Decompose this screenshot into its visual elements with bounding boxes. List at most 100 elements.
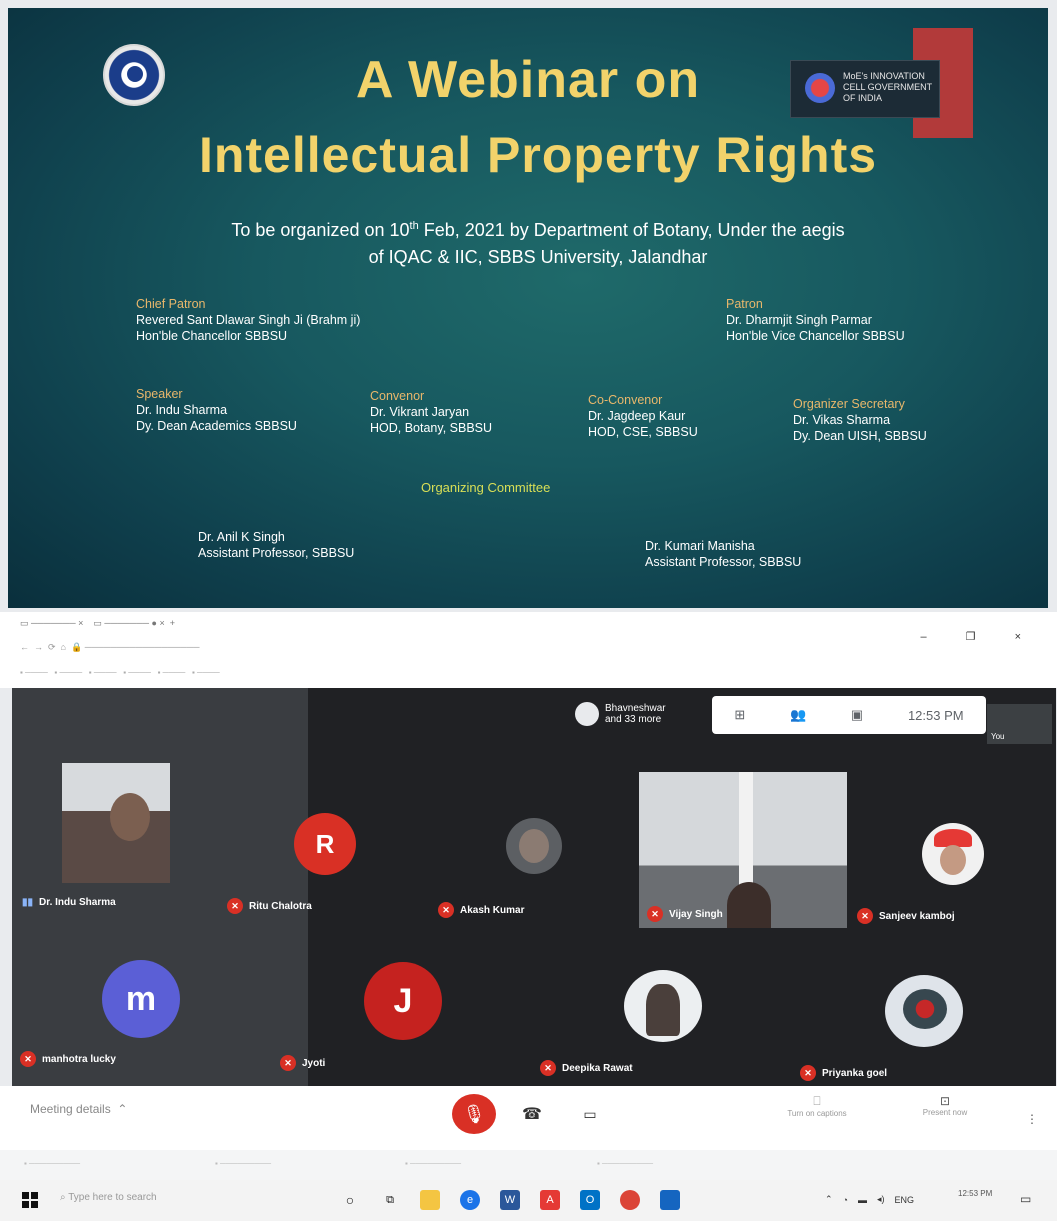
mic-toggle-button[interactable]: 🎙︎ bbox=[452, 1094, 496, 1134]
chevron-up-icon[interactable]: ⌃ bbox=[825, 1194, 833, 1205]
participants-icon[interactable]: 👥 bbox=[790, 707, 806, 723]
phone-hangup-icon: ☎ bbox=[522, 1106, 542, 1123]
word-icon[interactable]: W bbox=[500, 1190, 520, 1210]
meeting-details-label: Meeting details bbox=[30, 1102, 111, 1116]
self-view-tile[interactable]: You bbox=[987, 704, 1052, 744]
speaker-role: Dy. Dean Academics SBBSU bbox=[136, 419, 297, 433]
participant-name-deepika: ✕ Deepika Rawat bbox=[540, 1060, 633, 1076]
participant-name-sanjeev: ✕ Sanjeev kamboj bbox=[857, 908, 955, 924]
grid-view-icon[interactable]: ⊞ bbox=[734, 707, 745, 723]
cortana-icon[interactable]: ○ bbox=[340, 1190, 360, 1210]
participant-label: Jyoti bbox=[302, 1057, 326, 1069]
slide-subtitle: To be organized on 10th Feb, 2021 by Dep… bbox=[148, 213, 928, 271]
webinar-slide: MoE's INNOVATION CELL GOVERNMENT OF INDI… bbox=[8, 8, 1048, 608]
present-now-button[interactable]: ⊡ Present now bbox=[910, 1094, 980, 1117]
participant-avatar-lucky: m bbox=[102, 960, 180, 1038]
meeting-details-button[interactable]: Meeting details ⌃ bbox=[30, 1102, 127, 1116]
captions-label: Turn on captions bbox=[787, 1109, 847, 1118]
mic-off-icon: ✕ bbox=[647, 906, 663, 922]
committee-member-1-role: Assistant Professor, SBBSU bbox=[198, 546, 355, 560]
committee-member-2-name: Dr. Kumari Manisha bbox=[645, 539, 755, 553]
participant-label: Deepika Rawat bbox=[562, 1062, 633, 1074]
avatar-initial: J bbox=[393, 981, 413, 1020]
person-head bbox=[727, 882, 771, 928]
windows-start-icon[interactable] bbox=[22, 1192, 38, 1208]
more-options-icon[interactable]: ⋮ bbox=[1026, 1112, 1038, 1126]
battery-icon[interactable]: ▬ bbox=[858, 1195, 867, 1205]
download-item-3[interactable]: ▪ ───────── bbox=[405, 1159, 461, 1168]
chrome-icon[interactable] bbox=[620, 1190, 640, 1210]
windows-taskbar: ⌕ Type here to search ○ ⧉ e W A O ⌃ ◔ ▬ … bbox=[0, 1180, 1057, 1221]
screen: MoE's INNOVATION CELL GOVERNMENT OF INDI… bbox=[0, 0, 1057, 1221]
participant-avatar-akash[interactable] bbox=[506, 818, 562, 874]
system-tray: ⌃ ◔ ▬ ◂) ENG bbox=[825, 1194, 914, 1205]
window-controls[interactable]: – ❐ × bbox=[920, 630, 1039, 643]
download-item-1[interactable]: ▪ ───────── bbox=[24, 1159, 80, 1168]
edge-icon[interactable]: e bbox=[460, 1190, 480, 1210]
chat-icon[interactable]: ▣ bbox=[851, 707, 863, 723]
participant-avatar-deepika bbox=[624, 970, 702, 1042]
meet-top-toolbar: ⊞ 👥 ▣ 12:53 PM bbox=[712, 696, 986, 734]
browser-chrome: ▭ ─────── × ▭ ─────── ● × + – ❐ × ← → ⟳ … bbox=[0, 612, 1057, 688]
taskbar-search[interactable]: ⌕ Type here to search bbox=[60, 1192, 157, 1203]
mic-off-icon: ✕ bbox=[280, 1055, 296, 1071]
committee-member-1-name: Dr. Anil K Singh bbox=[198, 530, 285, 544]
bookmarks-bar[interactable]: ▪ ──── ▪ ──── ▪ ──── ▪ ──── ▪ ──── ▪ ───… bbox=[20, 668, 220, 677]
co-convenor-block: Co-Convenor Dr. Jagdeep Kaur HOD, CSE, S… bbox=[588, 392, 698, 440]
notification-icon[interactable]: ▭ bbox=[1020, 1192, 1031, 1206]
convenor-title: Convenor bbox=[370, 389, 425, 403]
organizer-secretary-block: Organizer Secretary Dr. Vikas Sharma Dy.… bbox=[793, 396, 927, 444]
patron-block: Patron Dr. Dharmjit Singh Parmar Hon'ble… bbox=[726, 296, 905, 344]
download-item-2[interactable]: ▪ ───────── bbox=[215, 1159, 271, 1168]
committee-member-2: Dr. Kumari Manisha Assistant Professor, … bbox=[645, 538, 801, 570]
convenor-role: HOD, Botany, SBBSU bbox=[370, 421, 493, 435]
participant-label: Priyanka goel bbox=[822, 1067, 888, 1079]
person-photo bbox=[646, 984, 680, 1036]
speaker-title: Speaker bbox=[136, 387, 183, 401]
slide-title-line2: Intellectual Property Rights bbox=[198, 127, 878, 183]
camera-toggle-button[interactable]: ▭ bbox=[578, 1104, 602, 1124]
participant-video-indu-sharma[interactable] bbox=[62, 763, 170, 883]
volume-icon[interactable]: ◂) bbox=[877, 1194, 885, 1205]
self-label: You bbox=[991, 732, 1005, 741]
file-explorer-icon[interactable] bbox=[420, 1190, 440, 1210]
clock-time: 12:53 PM bbox=[958, 1189, 993, 1198]
network-icon[interactable]: ◔ bbox=[843, 1195, 848, 1205]
person-face bbox=[110, 793, 150, 841]
task-view-icon[interactable]: ⧉ bbox=[380, 1190, 400, 1210]
chevron-up-icon: ⌃ bbox=[114, 1102, 128, 1116]
participant-name-ritu: ✕ Ritu Chalotra bbox=[227, 898, 312, 914]
outlook-icon[interactable]: O bbox=[580, 1190, 600, 1210]
downloads-bar: ▪ ───────── ▪ ───────── ▪ ───────── ▪ ──… bbox=[0, 1150, 1057, 1180]
host-name: Bhavneshwar bbox=[605, 703, 666, 714]
participant-video-vijay-singh[interactable] bbox=[639, 772, 847, 928]
participant-label: Sanjeev kamboj bbox=[879, 910, 955, 922]
subtitle-line2: of IQAC & IIC, SBBS University, Jalandha… bbox=[368, 247, 708, 267]
organizing-committee-heading: Organizing Committee bbox=[421, 480, 551, 495]
chief-patron-block: Chief Patron Revered Sant Dlawar Singh J… bbox=[136, 296, 360, 344]
captions-button[interactable]: ⎕ Turn on captions bbox=[775, 1094, 859, 1118]
taskbar-clock[interactable]: 12:53 PM bbox=[958, 1188, 992, 1199]
convenor-block: Convenor Dr. Vikrant Jaryan HOD, Botany,… bbox=[370, 388, 492, 436]
mic-off-icon: ✕ bbox=[857, 908, 873, 924]
tab-strip[interactable]: ▭ ─────── × ▭ ─────── ● × + bbox=[20, 618, 175, 629]
co-convenor-name: Dr. Jagdeep Kaur bbox=[588, 409, 686, 423]
organizer-secretary-name: Dr. Vikas Sharma bbox=[793, 413, 891, 427]
taskbar-pinned-apps: ○ ⧉ e W A O bbox=[340, 1190, 680, 1210]
download-item-4[interactable]: ▪ ───────── bbox=[597, 1159, 653, 1168]
app-icon[interactable] bbox=[660, 1190, 680, 1210]
meet-control-bar: Meeting details ⌃ 🎙︎ ☎ ▭ ⎕ Turn on capti… bbox=[0, 1086, 1057, 1150]
co-convenor-title: Co-Convenor bbox=[588, 393, 663, 407]
acrobat-icon[interactable]: A bbox=[540, 1190, 560, 1210]
host-indicator[interactable]: Bhavneshwar and 33 more bbox=[575, 702, 666, 726]
participant-label: Akash Kumar bbox=[460, 904, 525, 916]
language-indicator[interactable]: ENG bbox=[895, 1195, 915, 1205]
mic-off-icon: ✕ bbox=[20, 1051, 36, 1067]
chief-patron-role: Hon'ble Chancellor SBBSU bbox=[136, 329, 288, 343]
captions-icon: ⎕ bbox=[813, 1094, 821, 1108]
address-bar[interactable]: ← → ⟳ ⌂ 🔒 ────────────────── bbox=[20, 642, 199, 653]
leave-call-button[interactable]: ☎ bbox=[520, 1104, 544, 1124]
face-shape bbox=[940, 845, 966, 875]
patron-role: Hon'ble Vice Chancellor SBBSU bbox=[726, 329, 905, 343]
person-photo bbox=[519, 829, 549, 863]
